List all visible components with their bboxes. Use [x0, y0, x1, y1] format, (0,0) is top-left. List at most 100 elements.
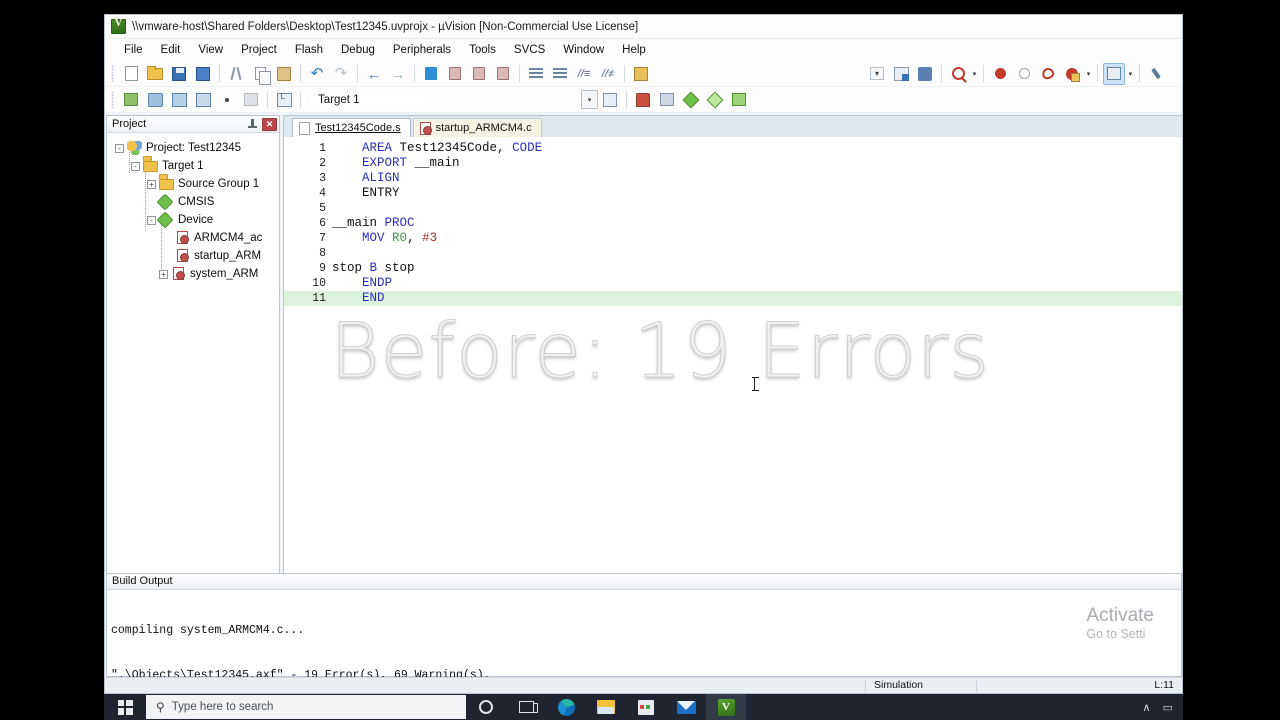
expander-icon[interactable]: + — [159, 269, 168, 279]
load-icon[interactable] — [273, 89, 295, 111]
code-line[interactable]: 6 __main PROC — [284, 216, 1182, 231]
batch-build-icon[interactable] — [192, 89, 214, 111]
code-editor[interactable]: 1 AREA Test12345Code, CODE 2 EXPORT __ma… — [284, 137, 1182, 646]
kill-all-breakpoints-icon[interactable] — [1061, 63, 1083, 85]
code-line[interactable]: 8 — [284, 246, 1182, 261]
code-line[interactable]: 7 MOV R0, #3 — [284, 231, 1182, 246]
editor-tab-test12345code[interactable]: Test12345Code.s — [292, 118, 411, 137]
paste-icon[interactable] — [273, 63, 295, 85]
undo-icon[interactable]: ↶ — [306, 63, 328, 85]
tree-node-project[interactable]: - Project: Test12345 — [115, 139, 279, 157]
save-all-icon[interactable] — [192, 63, 214, 85]
code-line[interactable]: 11 END — [284, 291, 1182, 306]
open-file-icon[interactable] — [144, 63, 166, 85]
tree-node-cmsis[interactable]: CMSIS — [115, 193, 279, 211]
code-line[interactable]: 5 — [284, 201, 1182, 216]
code-line[interactable]: 1 AREA Test12345Code, CODE — [284, 141, 1182, 156]
cortana-icon[interactable] — [466, 694, 506, 720]
cut-icon[interactable] — [225, 63, 247, 85]
windows-start-icon[interactable] — [104, 694, 146, 720]
menu-item-svcs[interactable]: SVCS — [505, 42, 554, 58]
disable-breakpoint-icon[interactable] — [1013, 63, 1035, 85]
menu-item-peripherals[interactable]: Peripherals — [384, 42, 460, 58]
tree-node-system[interactable]: + system_ARM — [115, 265, 279, 283]
expander-icon[interactable]: - — [115, 143, 124, 153]
file-explorer-icon[interactable] — [586, 694, 626, 720]
tray-battery-icon[interactable]: ▭ — [1163, 701, 1173, 714]
build-target-icon[interactable] — [144, 89, 166, 111]
next-bookmark-icon[interactable] — [444, 63, 466, 85]
tree-node-source-group[interactable]: + Source Group 1 — [115, 175, 279, 193]
menu-item-tools[interactable]: Tools — [460, 42, 505, 58]
rebuild-all-icon[interactable] — [168, 89, 190, 111]
toolbar-grip[interactable] — [111, 65, 114, 82]
target-selector[interactable]: Target 1 ▾ — [311, 89, 598, 110]
download-icon[interactable] — [240, 89, 262, 111]
pack-browse-icon[interactable] — [728, 89, 750, 111]
pack-manager-icon[interactable] — [680, 89, 702, 111]
pin-icon[interactable] — [246, 118, 259, 131]
find-dropdown-arrow[interactable]: ▾ — [970, 63, 979, 85]
find-in-files-icon[interactable] — [947, 63, 969, 85]
code-line[interactable]: 10 ENDP — [284, 276, 1182, 291]
menu-item-window[interactable]: Window — [554, 42, 613, 58]
pack-installer-icon[interactable] — [656, 89, 678, 111]
microsoft-store-icon[interactable] — [626, 694, 666, 720]
menu-item-edit[interactable]: Edit — [152, 42, 190, 58]
toolbar-grip[interactable] — [111, 91, 114, 108]
insert-breakpoint-icon[interactable] — [989, 63, 1011, 85]
window-layout-icon[interactable] — [1103, 62, 1125, 85]
tree-node-target[interactable]: - Target 1 — [115, 157, 279, 175]
previous-bookmark-icon[interactable] — [468, 63, 490, 85]
stop-build-icon[interactable] — [216, 89, 238, 111]
navigate-back-icon[interactable]: ← — [363, 63, 385, 85]
task-view-icon[interactable] — [506, 694, 546, 720]
expander-icon[interactable]: - — [147, 215, 156, 225]
uncomment-selection-icon[interactable]: //≠ — [597, 63, 619, 85]
translate-icon[interactable] — [120, 89, 142, 111]
editor-tab-startup-armcm4[interactable]: startup_ARMCM4.c — [412, 118, 542, 137]
target-value[interactable]: Target 1 — [311, 89, 431, 110]
window-layout-dropdown-arrow[interactable]: ▾ — [1126, 63, 1135, 85]
chevron-down-icon[interactable]: ▾ — [581, 90, 598, 109]
show-hidden-icons-chevron[interactable]: ∧ — [1143, 701, 1151, 714]
configuration-wizard-icon[interactable] — [1145, 63, 1167, 85]
breakpoint-dropdown-arrow[interactable]: ▾ — [1084, 63, 1093, 85]
code-line[interactable]: 2 EXPORT __main — [284, 156, 1182, 171]
manage-project-items-icon[interactable] — [632, 89, 654, 111]
menu-item-help[interactable]: Help — [613, 42, 655, 58]
expander-icon[interactable]: + — [147, 179, 156, 189]
tree-node-device[interactable]: - Device — [115, 211, 279, 229]
outdent-icon[interactable] — [549, 63, 571, 85]
uvision-taskbar-icon[interactable]: V — [706, 694, 746, 720]
edge-browser-icon[interactable] — [546, 694, 586, 720]
menu-item-file[interactable]: File — [115, 42, 152, 58]
menu-item-debug[interactable]: Debug — [332, 42, 384, 58]
search-input[interactable]: ⚲ Type here to search — [146, 695, 466, 719]
toggle-bookmark-icon[interactable] — [420, 63, 442, 85]
start-debug-session-icon[interactable] — [890, 63, 912, 85]
expander-icon[interactable]: - — [131, 161, 140, 171]
tree-node-armcm4[interactable]: ARMCM4_ac — [115, 229, 279, 247]
disable-all-breakpoints-icon[interactable] — [1037, 63, 1059, 85]
close-icon[interactable]: ✕ — [262, 117, 277, 131]
menu-item-view[interactable]: View — [189, 42, 232, 58]
debug-settings-icon[interactable] — [914, 63, 936, 85]
clear-bookmarks-icon[interactable] — [492, 63, 514, 85]
target-options-icon[interactable] — [599, 89, 621, 111]
code-line[interactable]: 4 ENTRY — [284, 186, 1182, 201]
new-file-icon[interactable] — [120, 63, 142, 85]
save-icon[interactable] — [168, 63, 190, 85]
mail-icon[interactable] — [666, 694, 706, 720]
indent-icon[interactable] — [525, 63, 547, 85]
bookmark-manager-icon[interactable] — [630, 63, 652, 85]
copy-icon[interactable] — [249, 63, 271, 85]
comment-selection-icon[interactable]: //≡ — [573, 63, 595, 85]
menu-item-flash[interactable]: Flash — [286, 42, 332, 58]
dropdown-icon[interactable]: ▾ — [866, 63, 888, 85]
pack-selector-icon[interactable] — [704, 89, 726, 111]
navigate-forward-icon[interactable]: → — [387, 63, 409, 85]
menu-item-project[interactable]: Project — [232, 42, 286, 58]
redo-icon[interactable]: ↷ — [330, 63, 352, 85]
tree-node-startup[interactable]: startup_ARM — [115, 247, 279, 265]
